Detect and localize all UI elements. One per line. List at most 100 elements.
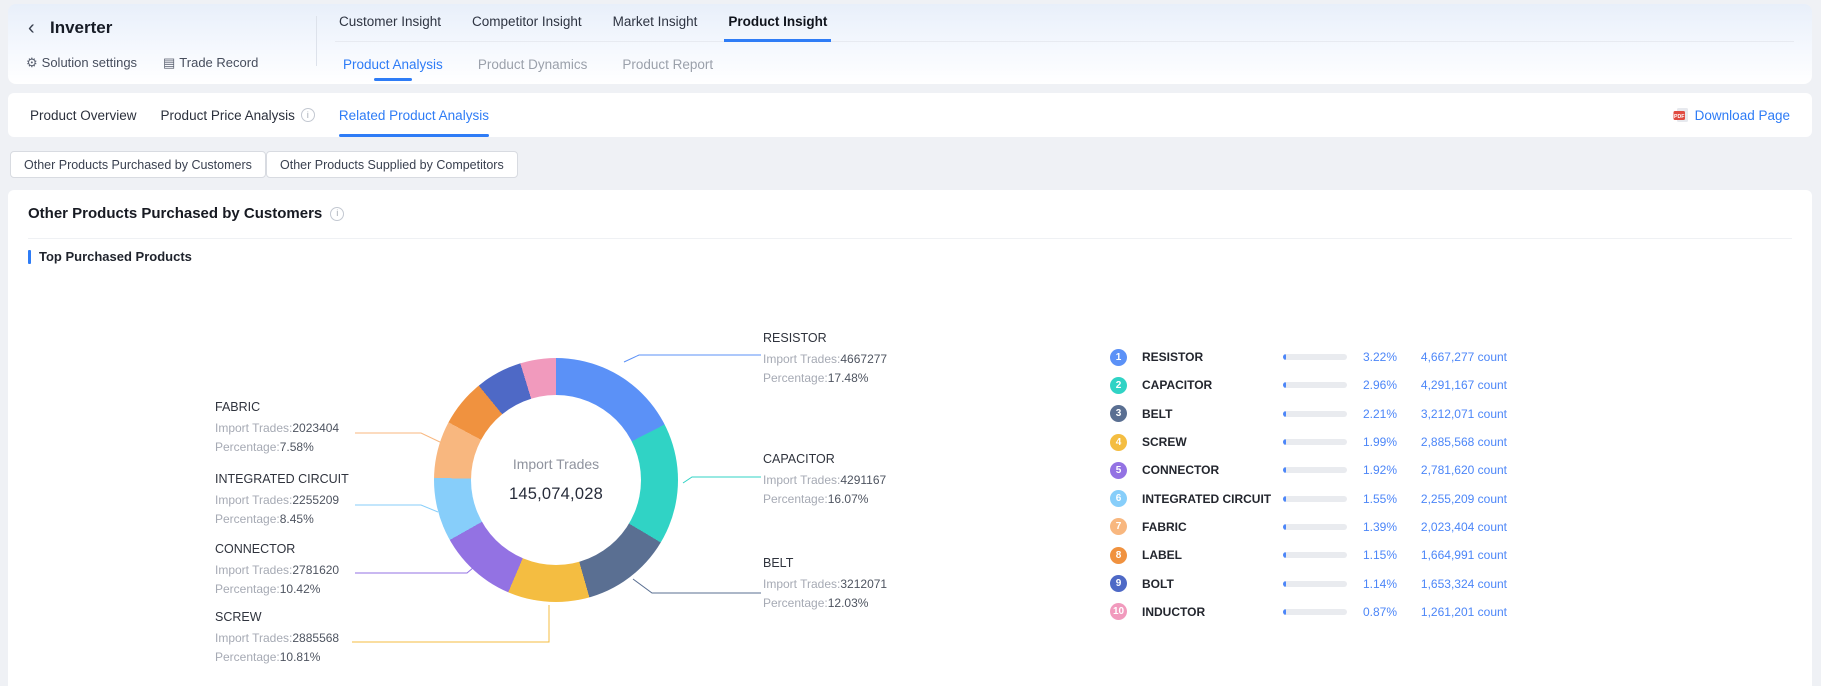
share-bar-fill xyxy=(1283,609,1286,615)
trade-count-link[interactable]: 2,885,568 count xyxy=(1407,435,1507,449)
toggle-supplied-by-competitors[interactable]: Other Products Supplied by Competitors xyxy=(266,151,518,178)
callout-trades-prefix: Import Trades: xyxy=(215,631,292,645)
callout-product-name: BELT xyxy=(763,555,923,572)
trade-count-link[interactable]: 2,023,404 count xyxy=(1407,520,1507,534)
callout-percentage-prefix: Percentage: xyxy=(763,596,828,610)
product-name: FABRIC xyxy=(1142,520,1273,534)
callout-percentage-value: 12.03% xyxy=(828,596,869,610)
solution-settings-link[interactable]: ⚙ Solution settings xyxy=(26,55,137,70)
share-percent: 1.55% xyxy=(1357,492,1397,506)
back-button[interactable]: ‹ xyxy=(28,17,35,39)
trade-count-link[interactable]: 1,664,991 count xyxy=(1407,548,1507,562)
callout-trades-prefix: Import Trades: xyxy=(215,563,292,577)
chart-area: Import Trades 145,074,028 RESISTOR Impor… xyxy=(8,268,1812,686)
tab-customer-insight[interactable]: Customer Insight xyxy=(335,4,445,42)
main-panel: Other Products Purchased by Customers i … xyxy=(8,190,1812,686)
subtab-product-report[interactable]: Product Report xyxy=(616,48,719,81)
product-sub-tabs: Product Analysis Product Dynamics Product … xyxy=(337,48,719,81)
page-title: Inverter xyxy=(50,18,112,38)
toggle-purchased-by-customers[interactable]: Other Products Purchased by Customers xyxy=(10,151,266,178)
trade-count-link[interactable]: 1,653,324 count xyxy=(1407,577,1507,591)
trade-count-link[interactable]: 3,212,071 count xyxy=(1407,407,1507,421)
callout-trades-prefix: Import Trades: xyxy=(763,352,840,366)
share-bar-fill xyxy=(1283,382,1286,388)
trade-record-link[interactable]: ▤ Trade Record xyxy=(163,55,258,70)
callout-percentage-prefix: Percentage: xyxy=(763,371,828,385)
donut-center-label: Import Trades xyxy=(513,456,599,472)
callout-trades-value: 3212071 xyxy=(840,577,887,591)
product-name: SCREW xyxy=(1142,435,1273,449)
share-bar xyxy=(1283,552,1347,558)
callout-percentage-prefix: Percentage: xyxy=(215,512,280,526)
tab-competitor-insight[interactable]: Competitor Insight xyxy=(468,4,586,42)
rank-badge: 10 xyxy=(1110,603,1127,620)
callout-percentage-value: 17.48% xyxy=(828,371,869,385)
callout-trades-value: 2255209 xyxy=(292,493,339,507)
tab-product-insight[interactable]: Product Insight xyxy=(724,4,831,42)
trade-record-label: Trade Record xyxy=(179,55,258,70)
trade-count-link[interactable]: 1,261,201 count xyxy=(1407,605,1507,619)
share-bar xyxy=(1283,439,1347,445)
nav-label: Product Overview xyxy=(30,108,137,123)
share-bar xyxy=(1283,496,1347,502)
info-icon[interactable]: i xyxy=(301,108,315,122)
share-percent: 2.21% xyxy=(1357,407,1397,421)
list-item[interactable]: 10 INDUCTOR 0.87% 1,261,201 count xyxy=(1110,598,1507,626)
callout-percentage-prefix: Percentage: xyxy=(215,582,280,596)
donut-callout: BELT Import Trades:3212071 Percentage:12… xyxy=(763,555,923,613)
subtab-product-analysis[interactable]: Product Analysis xyxy=(337,48,449,81)
callout-percentage-value: 16.07% xyxy=(828,492,869,506)
solution-settings-label: Solution settings xyxy=(42,55,137,70)
share-bar-fill xyxy=(1283,467,1286,473)
clipboard-icon: ▤ xyxy=(163,56,175,69)
tab-market-insight[interactable]: Market Insight xyxy=(609,4,702,42)
list-item[interactable]: 3 BELT 2.21% 3,212,071 count xyxy=(1110,400,1507,428)
subtab-product-dynamics[interactable]: Product Dynamics xyxy=(472,48,594,81)
list-item[interactable]: 2 CAPACITOR 2.96% 4,291,167 count xyxy=(1110,371,1507,399)
trade-count-link[interactable]: 4,667,277 count xyxy=(1407,350,1507,364)
nav-product-price-analysis[interactable]: Product Price Analysis i xyxy=(161,93,315,137)
info-icon[interactable]: i xyxy=(330,207,344,221)
share-percent: 1.15% xyxy=(1357,548,1397,562)
rank-badge: 2 xyxy=(1110,377,1127,394)
nav-related-product-analysis[interactable]: Related Product Analysis xyxy=(339,93,489,137)
trade-count-link[interactable]: 2,781,620 count xyxy=(1407,463,1507,477)
share-percent: 1.39% xyxy=(1357,520,1397,534)
donut-center: Import Trades 145,074,028 xyxy=(471,395,641,565)
donut-callout: CONNECTOR Import Trades:2781620 Percenta… xyxy=(215,541,375,599)
callout-product-name: FABRIC xyxy=(215,399,375,416)
download-page-label: Download Page xyxy=(1695,108,1790,123)
share-bar xyxy=(1283,581,1347,587)
list-item[interactable]: 9 BOLT 1.14% 1,653,324 count xyxy=(1110,569,1507,597)
callout-trades-prefix: Import Trades: xyxy=(763,473,840,487)
list-item[interactable]: 6 INTEGRATED CIRCUIT 1.55% 2,255,209 cou… xyxy=(1110,484,1507,512)
callout-trades-prefix: Import Trades: xyxy=(763,577,840,591)
product-name: INDUCTOR xyxy=(1142,605,1273,619)
share-bar-fill xyxy=(1283,552,1286,558)
product-name: BOLT xyxy=(1142,577,1273,591)
list-item[interactable]: 5 CONNECTOR 1.92% 2,781,620 count xyxy=(1110,456,1507,484)
analysis-nav-card: Product Overview Product Price Analysis i R… xyxy=(8,93,1812,137)
donut-callout: CAPACITOR Import Trades:4291167 Percenta… xyxy=(763,451,923,509)
product-name: CONNECTOR xyxy=(1142,463,1273,477)
callout-percentage-value: 10.81% xyxy=(280,650,321,664)
vertical-divider xyxy=(316,16,317,66)
list-item[interactable]: 8 LABEL 1.15% 1,664,991 count xyxy=(1110,541,1507,569)
list-item[interactable]: 7 FABRIC 1.39% 2,023,404 count xyxy=(1110,513,1507,541)
nav-product-overview[interactable]: Product Overview xyxy=(30,93,137,137)
share-bar-fill xyxy=(1283,496,1286,502)
list-item[interactable]: 1 RESISTOR 3.22% 4,667,277 count xyxy=(1110,343,1507,371)
callout-trades-value: 2885568 xyxy=(292,631,339,645)
panel-title: Other Products Purchased by Customers xyxy=(28,205,322,222)
trade-count-link[interactable]: 4,291,167 count xyxy=(1407,378,1507,392)
share-bar xyxy=(1283,467,1347,473)
share-percent: 3.22% xyxy=(1357,350,1397,364)
download-page-button[interactable]: PDF Download Page xyxy=(1673,93,1790,137)
list-item[interactable]: 4 SCREW 1.99% 2,885,568 count xyxy=(1110,428,1507,456)
analysis-nav: Product Overview Product Price Analysis i R… xyxy=(30,93,489,137)
nav-label: Product Price Analysis xyxy=(161,108,295,123)
trade-count-link[interactable]: 2,255,209 count xyxy=(1407,492,1507,506)
product-name: RESISTOR xyxy=(1142,350,1273,364)
rank-badge: 5 xyxy=(1110,462,1127,479)
product-name: INTEGRATED CIRCUIT xyxy=(1142,492,1273,506)
